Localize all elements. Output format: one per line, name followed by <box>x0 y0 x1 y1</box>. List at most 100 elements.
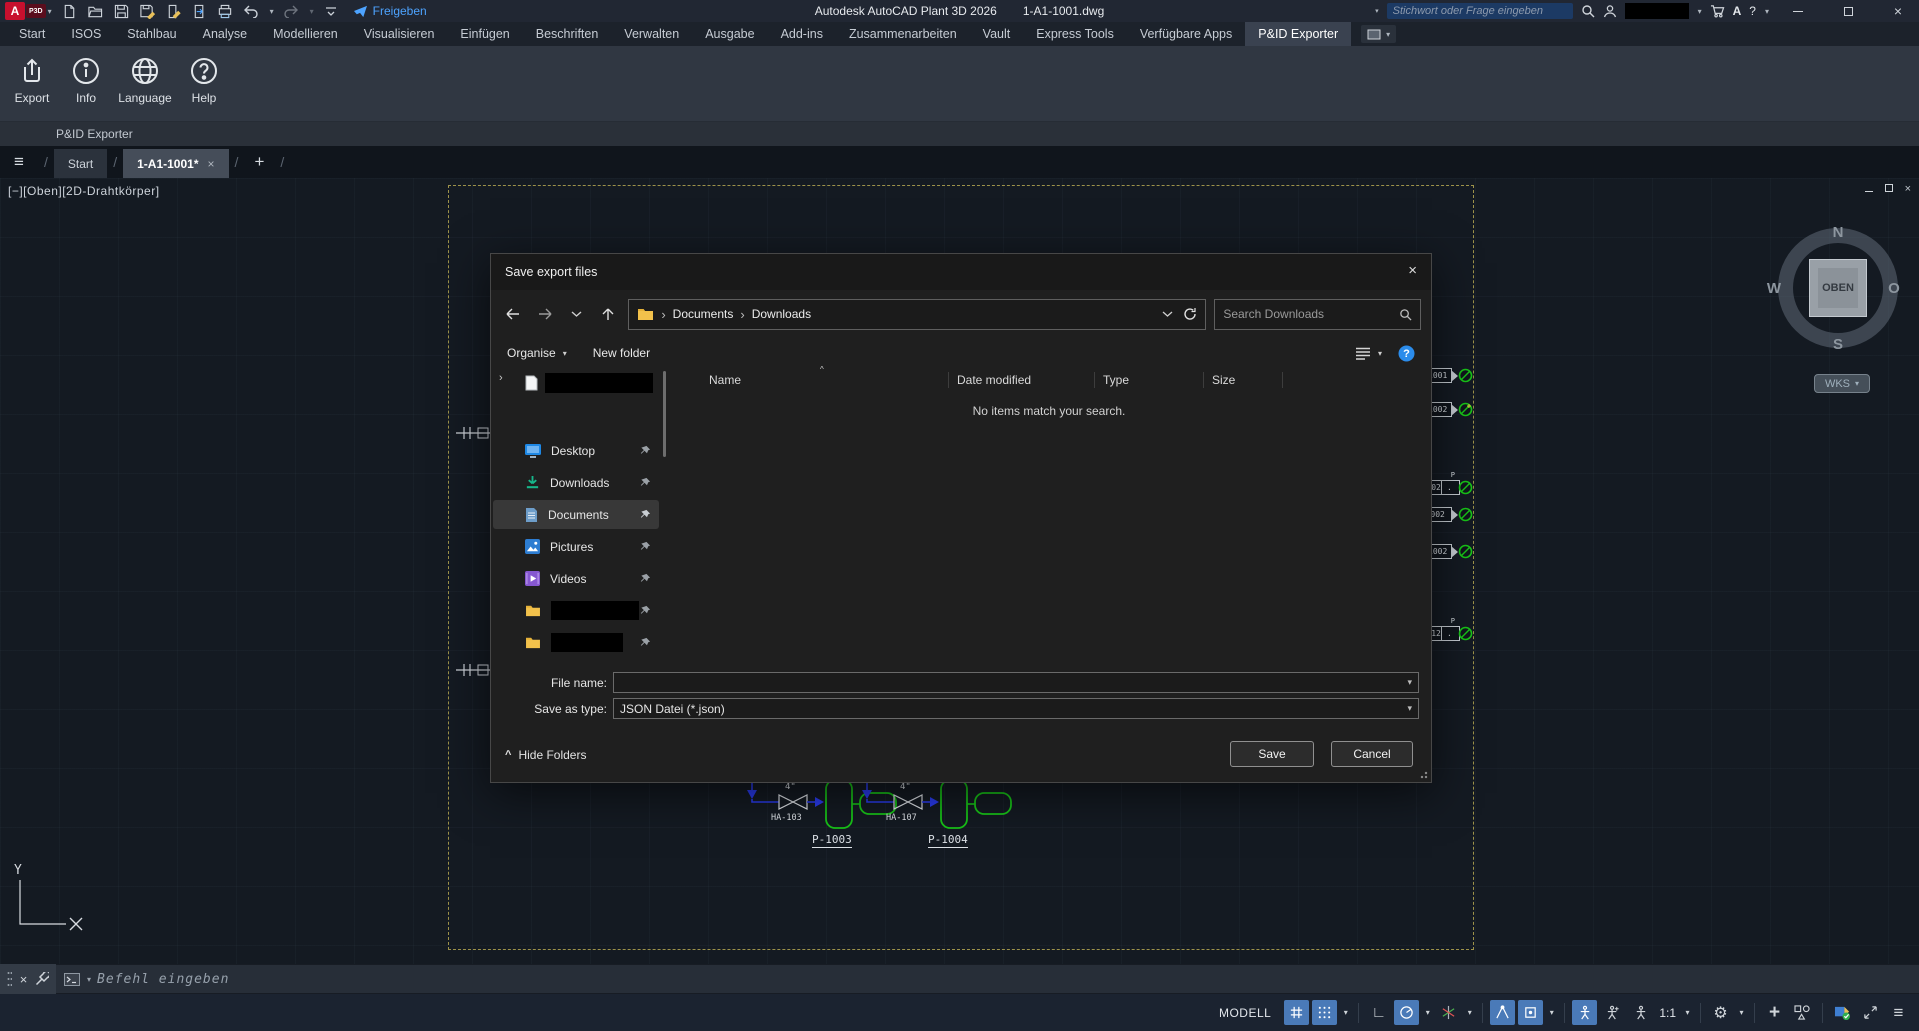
search-icon[interactable] <box>1581 4 1595 18</box>
tab-pid-exporter[interactable]: P&ID Exporter <box>1245 22 1351 46</box>
column-name[interactable]: Name ^ <box>674 373 948 387</box>
combo-chevron-icon[interactable]: ▾ <box>1407 703 1412 714</box>
sidebar-scrollbar[interactable] <box>663 371 666 457</box>
cancel-button[interactable]: Cancel <box>1331 741 1413 767</box>
maximize-button[interactable] <box>1827 0 1869 22</box>
wrench-icon[interactable] <box>35 972 49 986</box>
drawing-restore-icon[interactable] <box>1885 183 1893 195</box>
column-type[interactable]: Type <box>1095 373 1203 387</box>
account-chevron-icon[interactable]: ▾ <box>1698 7 1702 16</box>
file-tab-current[interactable]: 1-A1-1001* × <box>123 149 228 178</box>
isodraft-toggle[interactable] <box>1436 1000 1461 1025</box>
ribbon-display-options[interactable]: ▾ <box>1361 25 1396 43</box>
grid-toggle[interactable] <box>1284 1000 1309 1025</box>
crosshair-toggle[interactable]: + <box>1762 1000 1787 1025</box>
tab-einfuegen[interactable]: Einfügen <box>447 22 522 46</box>
print-icon[interactable] <box>217 3 234 20</box>
equipment-label[interactable]: P-1003 <box>812 833 852 848</box>
file-name-input[interactable] <box>620 676 1407 690</box>
drawing-close-icon[interactable]: × <box>1905 183 1911 195</box>
scale-chevron-icon[interactable]: ▾ <box>1682 1000 1693 1025</box>
open-file-icon[interactable] <box>87 3 104 20</box>
forward-icon[interactable] <box>533 302 557 326</box>
sidebar-item-pictures[interactable]: Pictures <box>493 532 659 561</box>
info-button[interactable]: Info <box>60 52 112 105</box>
tab-analyse[interactable]: Analyse <box>190 22 260 46</box>
autotrack-toggle[interactable] <box>1490 1000 1515 1025</box>
tab-start[interactable]: Start <box>6 22 58 46</box>
status-bar-menu-icon[interactable]: ≡ <box>1886 1000 1911 1025</box>
redo-chevron-icon[interactable]: ▾ <box>310 7 314 16</box>
save-button[interactable]: Save <box>1230 741 1314 767</box>
breadcrumb-downloads[interactable]: Downloads <box>752 307 811 321</box>
autoscale-toggle[interactable] <box>1600 1000 1625 1025</box>
annotation-visibility-toggle[interactable] <box>1572 1000 1597 1025</box>
file-name-combo[interactable]: ▾ <box>613 672 1419 693</box>
recent-locations-chevron-icon[interactable] <box>565 302 589 326</box>
up-icon[interactable] <box>596 302 620 326</box>
breadcrumb-documents[interactable]: Documents <box>673 307 734 321</box>
model-space-label[interactable]: MODELL <box>1219 1006 1271 1020</box>
resize-grip[interactable] <box>1420 771 1428 779</box>
export-button[interactable]: Export <box>6 52 58 105</box>
column-date-modified[interactable]: Date modified <box>949 373 1094 387</box>
address-dropdown-chevron-icon[interactable] <box>1162 310 1173 318</box>
help-chevron-icon[interactable]: ▾ <box>1765 7 1769 16</box>
tab-verfuegbare-apps[interactable]: Verfügbare Apps <box>1127 22 1245 46</box>
dialog-help-icon[interactable]: ? <box>1398 345 1415 362</box>
viewcube-west[interactable]: W <box>1762 280 1786 297</box>
help-search-input[interactable] <box>1387 3 1573 19</box>
sidebar-item-redacted[interactable] <box>493 368 659 397</box>
help-button[interactable]: Help <box>178 52 230 105</box>
address-bar[interactable]: › Documents › Downloads <box>628 299 1206 330</box>
drawing-minimize-icon[interactable] <box>1865 183 1873 195</box>
equipment-label[interactable]: P-1004 <box>928 833 968 848</box>
help-menu[interactable]: ? <box>1749 4 1756 18</box>
isolate-objects-toggle[interactable] <box>1790 1000 1815 1025</box>
sidebar-item-folder-redacted[interactable] <box>493 628 659 657</box>
osnap-chevron-icon[interactable]: ▾ <box>1546 1000 1557 1025</box>
file-tab-start[interactable]: Start <box>54 149 107 178</box>
drag-grip-icon[interactable] <box>7 971 12 987</box>
viewcube-top-face[interactable]: OBEN <box>1809 259 1867 317</box>
fullscreen-toggle[interactable] <box>1858 1000 1883 1025</box>
tab-close-icon[interactable]: × <box>208 157 215 171</box>
sidebar-item-folder-redacted[interactable] <box>493 596 659 625</box>
tab-ausgabe[interactable]: Ausgabe <box>692 22 767 46</box>
annotation-scale-value[interactable]: 1:1 <box>1656 1006 1679 1020</box>
tab-vault[interactable]: Vault <box>970 22 1024 46</box>
new-file-icon[interactable] <box>61 3 78 20</box>
customization-gear-icon[interactable]: ⚙ <box>1708 1000 1733 1025</box>
save-as-icon[interactable] <box>139 3 156 20</box>
tab-modellieren[interactable]: Modellieren <box>260 22 351 46</box>
search-box[interactable] <box>1214 299 1421 330</box>
wcs-selector[interactable]: WKS ▾ <box>1814 374 1870 393</box>
info-center-chevron-icon[interactable]: ▾ <box>1375 7 1379 15</box>
tab-add-ins[interactable]: Add-ins <box>768 22 836 46</box>
polar-chevron-icon[interactable]: ▾ <box>1422 1000 1433 1025</box>
snap-toggle[interactable] <box>1312 1000 1337 1025</box>
back-icon[interactable] <box>501 302 525 326</box>
viewcube-north[interactable]: N <box>1826 224 1850 241</box>
redo-icon[interactable] <box>283 3 300 20</box>
annotation-scale-icon[interactable] <box>1628 1000 1653 1025</box>
save-icon[interactable] <box>113 3 130 20</box>
tab-zusammenarbeiten[interactable]: Zusammenarbeiten <box>836 22 970 46</box>
export-dwf-icon[interactable] <box>191 3 208 20</box>
viewcube-south[interactable]: S <box>1826 336 1850 353</box>
language-button[interactable]: Language <box>114 52 176 105</box>
dialog-close-button[interactable]: × <box>1408 262 1417 279</box>
tab-isos[interactable]: ISOS <box>58 22 114 46</box>
column-size[interactable]: Size <box>1204 373 1282 387</box>
viewport-controls[interactable]: [−][Oben][2D-Drahtkörper] <box>8 184 160 198</box>
polar-tracking-toggle[interactable] <box>1394 1000 1419 1025</box>
sidebar-item-desktop[interactable]: Desktop <box>493 436 659 465</box>
close-button[interactable]: × <box>1877 0 1919 22</box>
share-button[interactable]: Freigeben <box>353 4 427 18</box>
tab-beschriften[interactable]: Beschriften <box>523 22 612 46</box>
new-folder-button[interactable]: New folder <box>593 346 650 360</box>
search-icon[interactable] <box>1399 308 1412 321</box>
autocad-logo[interactable]: A P3D ▾ <box>5 2 52 20</box>
sidebar-item-videos[interactable]: Videos <box>493 564 659 593</box>
tab-stahlbau[interactable]: Stahlbau <box>114 22 189 46</box>
